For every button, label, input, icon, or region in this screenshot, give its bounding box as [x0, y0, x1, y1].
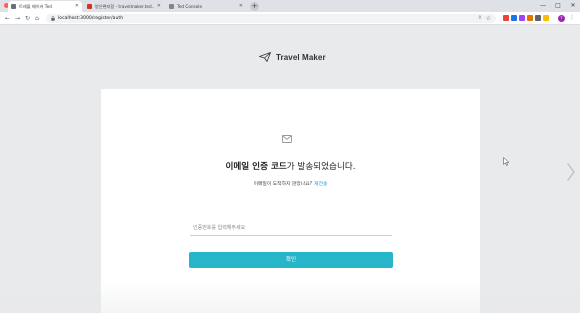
- mouse-cursor-icon: [503, 157, 510, 166]
- url-text: localhost:3000/register/auth: [58, 15, 124, 21]
- address-bar[interactable]: localhost:3000/register/auth ⇪ ☆: [46, 14, 496, 23]
- menu-dots-icon[interactable]: ⋮: [569, 14, 575, 21]
- close-tab-icon[interactable]: ✕: [157, 4, 161, 9]
- paper-plane-icon: [259, 52, 271, 62]
- close-tab-icon[interactable]: ✕: [75, 4, 79, 9]
- tab-title: 받은편지함 - travelmaker.ted...: [95, 3, 154, 9]
- brand-name: Travel Maker: [276, 52, 326, 62]
- mail-favicon-icon: [87, 4, 92, 9]
- browser-toolbar: ← → ↻ ⌂ localhost:3000/register/auth ⇪ ☆: [0, 12, 580, 25]
- verification-card: 이메일 인증 코드가 발송되었습니다. 이메일이 도착하지 않았나요?재전송 확…: [101, 89, 480, 313]
- reload-icon[interactable]: ↻: [25, 15, 30, 22]
- tab-title: Ted Console: [177, 4, 203, 9]
- page-title: 이메일 인증 코드가 발송되었습니다.: [101, 160, 480, 172]
- verification-code-input[interactable]: [190, 221, 392, 236]
- star-icon[interactable]: ☆: [486, 15, 491, 22]
- confirm-button[interactable]: 확인: [189, 252, 393, 268]
- share-icon[interactable]: ⇪: [478, 15, 482, 21]
- headline-bold: 이메일 인증 코드: [225, 162, 287, 172]
- maximize-button[interactable]: □: [551, 0, 565, 12]
- tab-strip: 트래블 메이커 Ted ✕ 받은편지함 - travelmaker.ted...…: [0, 0, 580, 12]
- extension-icon[interactable]: [503, 15, 509, 21]
- envelope-icon: [282, 135, 292, 143]
- extension-icon[interactable]: [519, 15, 525, 21]
- back-arrow-icon[interactable]: ←: [5, 15, 10, 22]
- chevron-right-icon[interactable]: [566, 162, 576, 182]
- headline-rest: 가 발송되었습니다.: [286, 162, 356, 172]
- forward-arrow-icon[interactable]: →: [15, 15, 20, 22]
- extension-icon[interactable]: [527, 15, 533, 21]
- close-window-button[interactable]: ✕: [566, 0, 580, 12]
- tab-favicon-icon: [169, 4, 174, 9]
- resend-prompt: 이메일이 도착하지 않았나요? 재전송: [101, 180, 480, 187]
- minimize-button[interactable]: —: [536, 0, 550, 12]
- lock-icon: [51, 16, 55, 21]
- extension-icon[interactable]: [535, 15, 541, 21]
- home-icon[interactable]: ⌂: [35, 15, 39, 22]
- new-tab-button[interactable]: +: [250, 2, 259, 11]
- tab-inbox[interactable]: 받은편지함 - travelmaker.ted... ✕: [84, 1, 164, 12]
- resend-question: 이메일이 도착하지 않았나요?: [253, 182, 313, 187]
- close-tab-icon[interactable]: ✕: [239, 4, 243, 9]
- tab-title: 트래블 메이커 Ted: [19, 3, 52, 9]
- resend-link[interactable]: 재전송: [314, 182, 327, 187]
- tab-ted-console[interactable]: Ted Console ✕: [166, 1, 246, 12]
- brand-header[interactable]: Travel Maker: [259, 52, 326, 62]
- tab-travel-maker[interactable]: 트래블 메이커 Ted ✕: [8, 1, 82, 12]
- extension-icon[interactable]: [511, 15, 517, 21]
- extension-icon[interactable]: [543, 15, 549, 21]
- profile-avatar[interactable]: T: [558, 15, 565, 22]
- tab-favicon-icon: [11, 4, 16, 9]
